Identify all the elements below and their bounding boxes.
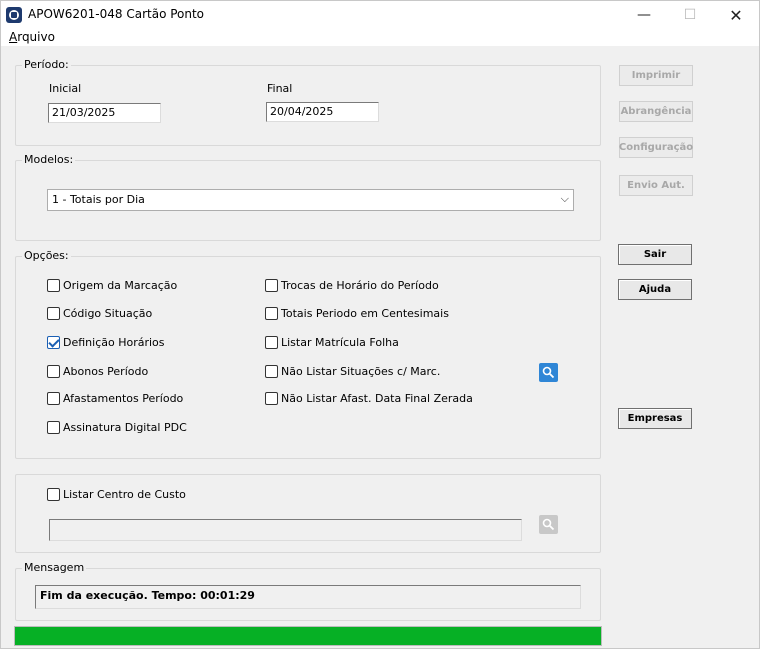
window-title: APOW6201-048 Cartão Ponto [28,7,205,21]
modelos-group: Modelos: 1 - Totais por Dia ⌵ [15,153,601,241]
progress-bar [14,626,602,646]
modelos-group-label: Modelos: [22,153,76,166]
checkbox-box[interactable] [47,421,60,434]
checkbox-label: Definição Horários [63,336,165,349]
checkbox-label: Trocas de Horário do Período [281,279,439,292]
checkbox-label: Abonos Período [63,365,149,378]
checkbox-label: Afastamentos Período [63,392,184,405]
situacoes-search-button[interactable] [539,363,558,382]
final-date-field[interactable]: 20/04/2025 [266,102,379,122]
checkbox-label: Origem da Marcação [63,279,178,292]
checkbox-box[interactable] [47,365,60,378]
checkbox-afastamentos-periodo[interactable]: Afastamentos Período [47,392,183,405]
periodo-group: Período: Inicial 21/03/2025 Final 20/04/… [15,58,601,146]
checkbox-box[interactable] [265,336,278,349]
maximize-button: ☐ [683,7,697,23]
checkbox-box[interactable] [47,307,60,320]
ajuda-button[interactable]: Ajuda [618,279,692,300]
checkbox-nao-listar-afast[interactable]: Não Listar Afast. Data Final Zerada [265,392,473,405]
empresas-button[interactable]: Empresas [618,408,692,429]
modelo-select[interactable]: 1 - Totais por Dia ⌵ [47,189,574,211]
modelo-selected-value: 1 - Totais por Dia [52,193,145,206]
menu-item-arquivo[interactable]: Arquivo [9,30,55,44]
chevron-down-icon: ⌵ [560,192,569,205]
checkbox-label: Totais Periodo em Centesimais [281,307,449,320]
minimize-button[interactable]: — [621,1,667,29]
checkbox-listar-matricula[interactable]: Listar Matrícula Folha [265,336,399,349]
checkbox-totais-centesimais[interactable]: Totais Periodo em Centesimais [265,307,449,320]
checkbox-abonos-periodo[interactable]: Abonos Período [47,365,148,378]
title-bar: APOW6201-048 Cartão Ponto — ☐ ✕ [1,1,759,29]
menu-item-label: rquivo [17,30,55,44]
opcoes-group-label: Opções: [22,249,71,262]
checkbox-box[interactable] [47,279,60,292]
checkbox-box[interactable] [265,392,278,405]
checkbox-nao-listar-situacoes[interactable]: Não Listar Situações c/ Marc. [265,365,440,378]
checkbox-box[interactable] [47,488,60,501]
checkbox-listar-centro-custo[interactable]: Listar Centro de Custo [47,488,186,501]
mensagem-text: Fim da execução. Tempo: 00:01:29 [35,585,581,609]
checkbox-box[interactable] [265,365,278,378]
centro-custo-group: Listar Centro de Custo [15,474,601,553]
mensagem-group-label: Mensagem [22,561,87,574]
checkbox-box[interactable] [265,307,278,320]
menu-bar: Arquivo [1,29,759,46]
close-button[interactable]: ✕ [713,1,759,29]
checkbox-box[interactable] [47,392,60,405]
app-logo-icon [6,7,22,23]
checkbox-label: Não Listar Afast. Data Final Zerada [281,392,473,405]
imprimir-button[interactable]: Imprimir [619,65,693,86]
abrangencia-button[interactable]: Abrangência [619,101,693,122]
checkbox-assinatura-digital[interactable]: Assinatura Digital PDC [47,421,187,434]
checkbox-label: Código Situação [63,307,153,320]
sair-button[interactable]: Sair [618,244,692,265]
inicial-date-field[interactable]: 21/03/2025 [48,103,161,123]
checkbox-label: Listar Centro de Custo [63,488,186,501]
checkbox-box-checked[interactable] [47,336,60,349]
app-window: APOW6201-048 Cartão Ponto — ☐ ✕ Arquivo … [0,0,760,649]
centro-custo-field[interactable] [49,519,522,541]
opcoes-group: Opções: Origem da Marcação Código Situaç… [15,249,601,459]
progress-bar-fill [15,627,601,645]
periodo-group-label: Período: [22,58,71,71]
search-icon [542,518,555,531]
centro-custo-search-button [539,515,558,534]
checkbox-label: Listar Matrícula Folha [281,336,399,349]
envio-aut-button[interactable]: Envio Aut. [619,175,693,196]
inicial-label: Inicial [49,82,82,95]
menu-accelerator: A [9,30,18,44]
checkbox-label: Assinatura Digital PDC [63,421,187,434]
configuracao-button[interactable]: Configuração [619,137,693,158]
checkbox-definicao-horarios[interactable]: Definição Horários [47,336,165,349]
checkbox-origem-marcacao[interactable]: Origem da Marcação [47,279,177,292]
checkbox-codigo-situacao[interactable]: Código Situação [47,307,152,320]
search-icon [542,366,555,379]
mensagem-group: Mensagem Fim da execução. Tempo: 00:01:2… [15,561,601,621]
checkbox-box[interactable] [265,279,278,292]
checkbox-trocas-horario[interactable]: Trocas de Horário do Período [265,279,439,292]
checkbox-label: Não Listar Situações c/ Marc. [281,365,441,378]
final-label: Final [267,82,293,95]
